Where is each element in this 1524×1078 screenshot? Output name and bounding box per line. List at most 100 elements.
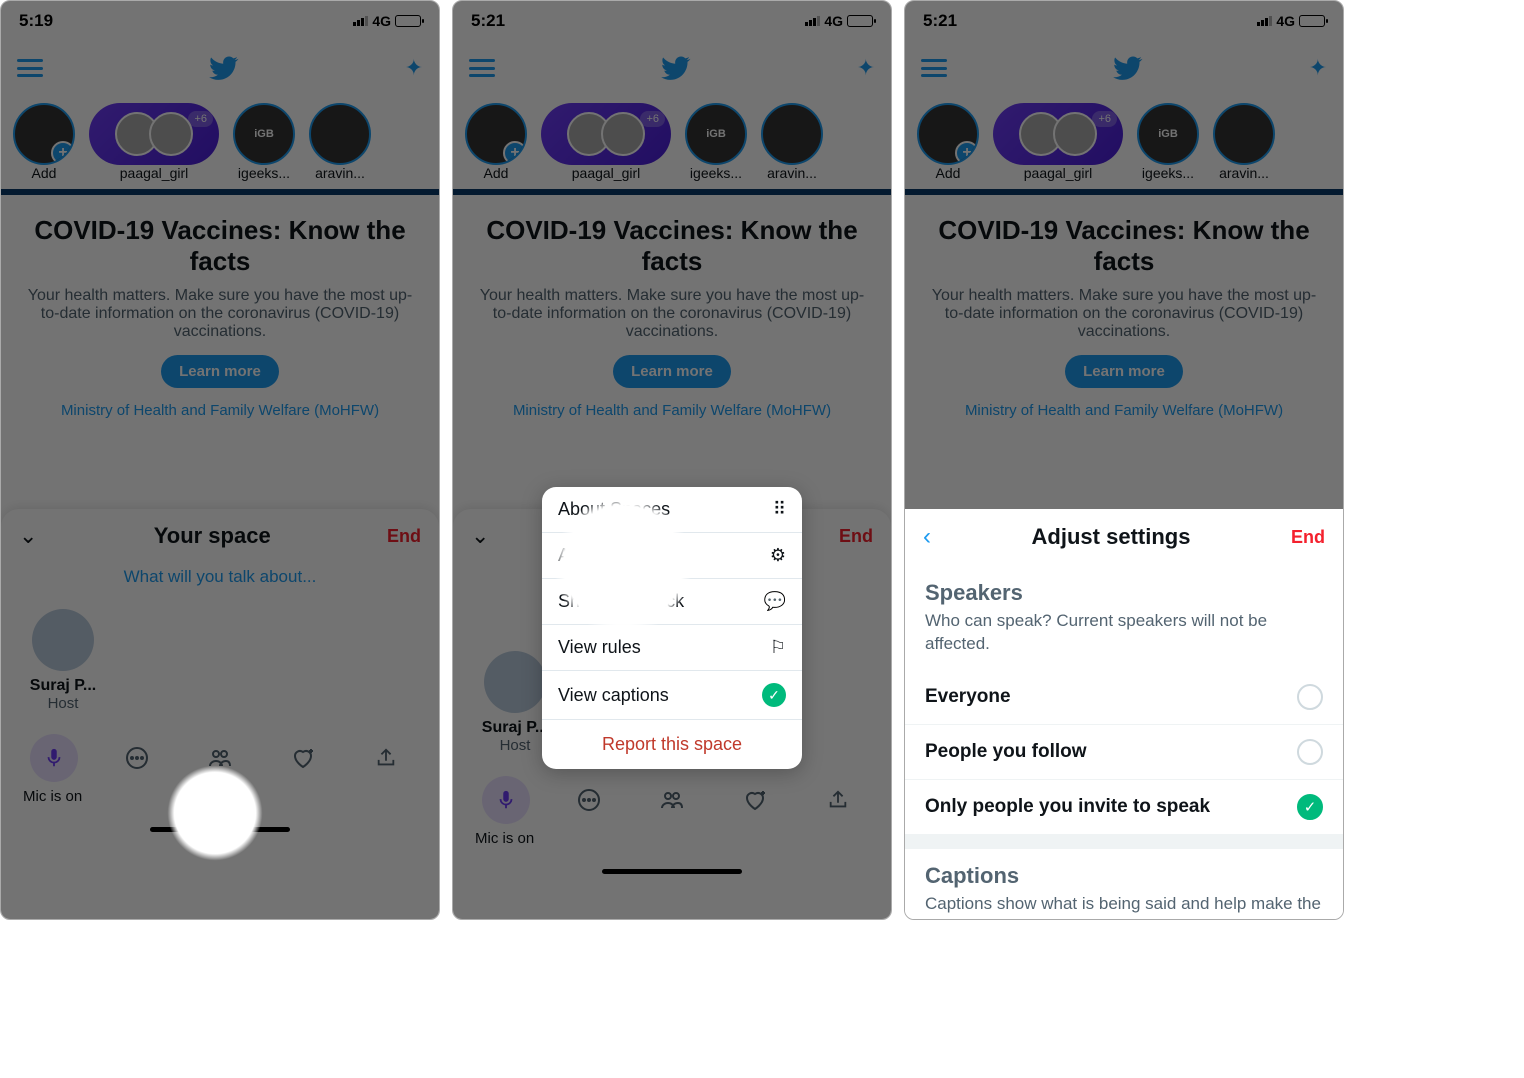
menu-icon[interactable] (17, 59, 43, 77)
banner-title: COVID-19 Vaccines: Know the facts (923, 215, 1325, 277)
fleet-user[interactable]: aravin... (309, 103, 371, 181)
signal-icon (353, 16, 368, 26)
menu-icon[interactable] (469, 59, 495, 77)
fleet-user[interactable]: aravin... (761, 103, 823, 181)
menu-view-rules[interactable]: View rules⚐ (542, 625, 802, 671)
heart-button[interactable] (731, 776, 779, 824)
end-button[interactable]: End (1291, 527, 1325, 548)
collapse-chevron-icon[interactable]: ⌄ (19, 523, 37, 549)
more-button[interactable] (565, 776, 613, 824)
menu-icon[interactable] (921, 59, 947, 77)
signal-icon (1257, 16, 1272, 26)
heart-button[interactable] (279, 734, 327, 782)
learn-more-button[interactable]: Learn more (613, 355, 731, 388)
menu-report[interactable]: Report this space (542, 720, 802, 769)
sparkle-icon[interactable]: ✦ (1309, 55, 1327, 81)
twitter-logo-icon[interactable] (661, 53, 691, 83)
people-button[interactable] (196, 734, 244, 782)
participant-name: Suraj P... (23, 677, 103, 695)
option-invite[interactable]: Only people you invite to speak ✓ (905, 780, 1343, 835)
captions-desc: Captions show what is being said and hel… (905, 893, 1343, 919)
network-label: 4G (372, 13, 391, 29)
fleet-space[interactable]: +6 paagal_girl (993, 103, 1123, 181)
banner-source[interactable]: Ministry of Health and Family Welfare (M… (471, 402, 873, 419)
fleet-label: paagal_girl (572, 165, 641, 181)
fleet-space[interactable]: +6paagal_girl (89, 103, 219, 181)
fleet-add[interactable]: Add (917, 103, 979, 181)
covid-banner: COVID-19 Vaccines: Know the facts Your h… (1, 189, 439, 439)
twitter-logo-icon[interactable] (209, 53, 239, 83)
fleet-igb[interactable]: iGBigeeks... (233, 103, 295, 181)
end-button[interactable]: End (387, 526, 421, 547)
status-time: 5:21 (923, 11, 957, 31)
banner-source[interactable]: Ministry of Health and Family Welfare (M… (923, 402, 1325, 419)
nav-bar: ✦ (1, 41, 439, 95)
share-button[interactable] (362, 734, 410, 782)
learn-more-button[interactable]: Learn more (1065, 355, 1183, 388)
phone-screenshot-1: 5:19 4G ✦ Add +6paagal_girl iGBigeeks...… (0, 0, 440, 920)
space-count-badge: +6 (1092, 111, 1117, 127)
mic-button[interactable] (30, 734, 78, 782)
speakers-heading: Speakers (905, 566, 1343, 610)
captions-heading: Captions (905, 849, 1343, 893)
battery-icon (395, 15, 421, 27)
status-bar: 5:19 4G (1, 1, 439, 41)
nav-bar: ✦ (905, 41, 1343, 95)
speakers-desc: Who can speak? Current speakers will not… (905, 610, 1343, 670)
fleet-label: aravin... (767, 165, 817, 181)
sparkle-icon[interactable]: ✦ (857, 55, 875, 81)
home-indicator (150, 827, 290, 832)
option-follow[interactable]: People you follow (905, 725, 1343, 780)
menu-adjust-settings[interactable]: Adjust settings⚙ (542, 533, 802, 579)
participant-role: Host (500, 737, 531, 754)
status-indicators: 4G (805, 13, 873, 29)
menu-view-captions[interactable]: View captions✓ (542, 671, 802, 720)
network-label: 4G (824, 13, 843, 29)
fleet-user[interactable]: aravin... (1213, 103, 1275, 181)
learn-more-button[interactable]: Learn more (161, 355, 279, 388)
more-button[interactable] (113, 734, 161, 782)
fleet-igb[interactable]: iGBigeeks... (1137, 103, 1199, 181)
banner-source[interactable]: Ministry of Health and Family Welfare (M… (19, 402, 421, 419)
space-count-badge: +6 (188, 111, 213, 127)
avatar (484, 651, 546, 713)
radio-checked-icon: ✓ (1297, 794, 1323, 820)
end-button[interactable]: End (839, 526, 873, 547)
status-indicators: 4G (1257, 13, 1325, 29)
fleet-igb[interactable]: iGBigeeks... (685, 103, 747, 181)
more-menu-popover: About Spaces⠿ Adjust settings⚙ Share fee… (542, 487, 802, 769)
fleet-label: igeeks... (1142, 165, 1194, 181)
home-indicator (602, 869, 742, 874)
topic-prompt[interactable]: What will you talk about... (1, 563, 439, 601)
share-button[interactable] (814, 776, 862, 824)
menu-about-spaces[interactable]: About Spaces⠿ (542, 487, 802, 533)
covid-banner: COVID-19 Vaccines: Know the facts Your h… (905, 189, 1343, 439)
sparkle-icon[interactable]: ✦ (405, 55, 423, 81)
mic-status: Mic is on (1, 788, 439, 821)
fleet-add[interactable]: Add (465, 103, 527, 181)
status-bar: 5:21 4G (905, 1, 1343, 41)
twitter-logo-icon[interactable] (1113, 53, 1143, 83)
fleet-label: aravin... (315, 165, 365, 181)
fleets-row[interactable]: Add +6paagal_girl iGBigeeks... aravin... (1, 95, 439, 189)
settings-title: Adjust settings (931, 524, 1291, 550)
fleet-label: Add (32, 165, 57, 181)
fleets-row[interactable]: Add +6 paagal_girl iGBigeeks... aravin... (905, 95, 1343, 189)
status-indicators: 4G (353, 13, 421, 29)
collapse-chevron-icon[interactable]: ⌄ (471, 523, 489, 549)
menu-share-feedback[interactable]: Share feedback💬 (542, 579, 802, 625)
participant-host[interactable]: Suraj P... Host (23, 609, 103, 712)
fleet-label: paagal_girl (1024, 165, 1093, 181)
back-button[interactable]: ‹ (923, 523, 931, 551)
radio-icon (1297, 739, 1323, 765)
mic-button[interactable] (482, 776, 530, 824)
fleet-space[interactable]: +6paagal_girl (541, 103, 671, 181)
battery-icon (1299, 15, 1325, 27)
option-everyone[interactable]: Everyone (905, 670, 1343, 725)
fleets-row[interactable]: Add +6paagal_girl iGBigeeks... aravin... (453, 95, 891, 189)
network-label: 4G (1276, 13, 1295, 29)
fleet-add[interactable]: Add (13, 103, 75, 181)
fleet-label: igeeks... (238, 165, 290, 181)
people-button[interactable] (648, 776, 696, 824)
chat-icon: 💬 (764, 591, 786, 612)
